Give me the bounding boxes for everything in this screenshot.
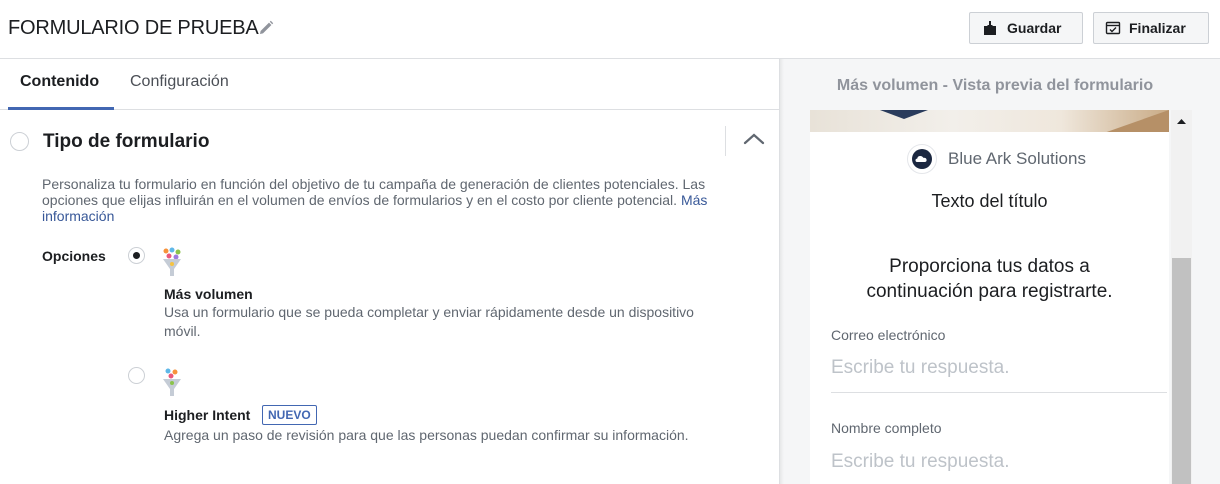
option-more-volume-radio[interactable]	[128, 247, 145, 264]
option-more-volume-description: Usa un formulario que se pueda completar…	[164, 304, 694, 339]
section-description: Personaliza tu formulario en función del…	[42, 176, 742, 224]
cover-image-shape	[1106, 110, 1169, 132]
scrollbar-thumb[interactable]	[1172, 258, 1191, 484]
top-bar: FORMULARIO DE PRUEBA Guardar Finalizar	[0, 0, 1220, 59]
cover-image-shape	[880, 110, 928, 119]
form-title: FORMULARIO DE PRUEBA	[8, 17, 259, 39]
scroll-up-arrow-icon[interactable]	[1171, 110, 1192, 132]
section-title: Tipo de formulario	[43, 131, 210, 152]
save-icon	[984, 21, 996, 35]
new-badge: NUEVO	[262, 405, 317, 425]
save-button[interactable]: Guardar	[969, 12, 1083, 44]
full-name-field-label: Nombre completo	[831, 420, 942, 436]
form-heading: Texto del título	[931, 191, 1048, 211]
funnel-icon	[163, 368, 181, 396]
active-tab-indicator	[8, 107, 114, 110]
save-button-label: Guardar	[1007, 20, 1062, 36]
panel-shadow	[780, 59, 784, 484]
tab-bar: Contenido Configuración	[0, 59, 779, 110]
options-label: Opciones	[42, 248, 106, 264]
form-preview-panel: Más volumen - Vista previa del formulari…	[779, 59, 1220, 484]
finish-button[interactable]: Finalizar	[1093, 12, 1209, 44]
chevron-up-icon[interactable]	[743, 131, 765, 147]
finish-button-label: Finalizar	[1129, 20, 1186, 36]
tab-configuracion[interactable]: Configuración	[130, 73, 229, 91]
email-field[interactable]: Escribe tu respuesta.	[831, 357, 1167, 393]
option-higher-intent-description: Agrega un paso de revisión para que las …	[164, 427, 689, 443]
section-status-circle	[10, 132, 29, 151]
pencil-icon[interactable]	[258, 20, 274, 36]
form-preview: Blue Ark Solutions Texto del título Prop…	[810, 110, 1169, 484]
option-higher-intent-radio[interactable]	[128, 367, 145, 384]
form-editor-panel: Contenido Configuración Tipo de formular…	[0, 59, 779, 484]
company-logo	[907, 144, 937, 174]
calendar-check-icon	[1105, 21, 1121, 35]
email-field-label: Correo electrónico	[831, 327, 946, 343]
cover-image	[810, 110, 1169, 132]
option-more-volume-title: Más volumen	[164, 286, 253, 302]
company-name: Blue Ark Solutions	[948, 149, 1086, 168]
option-higher-intent-title: Higher Intent	[164, 407, 251, 423]
cloud-icon	[915, 156, 927, 162]
tab-contenido[interactable]: Contenido	[20, 73, 99, 91]
preview-title: Más volumen - Vista previa del formulari…	[836, 77, 1154, 94]
section-divider	[725, 126, 726, 156]
full-name-field[interactable]: Escribe tu respuesta.	[831, 451, 1167, 484]
preview-scrollbar[interactable]	[1171, 110, 1192, 484]
form-intro: Proporciona tus datos a continuación par…	[866, 256, 1113, 302]
section-description-text: Personaliza tu formulario en función del…	[42, 176, 706, 208]
funnel-icon	[163, 247, 181, 276]
company-logo-mark	[912, 149, 932, 169]
